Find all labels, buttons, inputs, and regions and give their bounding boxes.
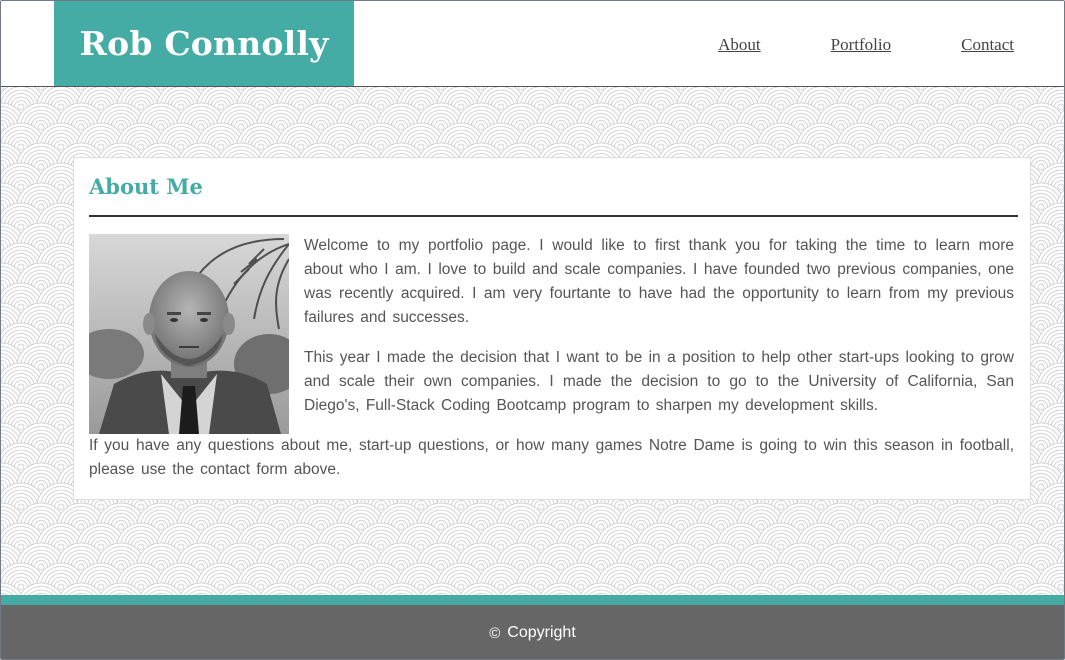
- footer-accent-bar: [1, 595, 1064, 605]
- copyright-text: Copyright: [507, 624, 576, 641]
- about-text: Welcome to my portfolio page. I would li…: [89, 234, 1014, 482]
- section-title: About Me: [89, 174, 203, 199]
- site-header: Rob Connolly About Portfolio Contact: [1, 1, 1064, 87]
- nav-link-about[interactable]: About: [718, 35, 761, 55]
- nav-link-portfolio[interactable]: Portfolio: [831, 35, 891, 55]
- site-footer: © Copyright: [1, 605, 1064, 659]
- browser-viewport: Rob Connolly About Portfolio Contact Abo…: [0, 0, 1065, 660]
- about-paragraph-3: If you have any questions about me, star…: [89, 437, 1014, 478]
- about-section: About Me Welcome to my portfolio page. I…: [73, 157, 1031, 500]
- patterned-background: About Me Welcome to my portfolio page. I…: [1, 87, 1064, 595]
- site-brand[interactable]: Rob Connolly: [54, 1, 354, 86]
- main-nav: About Portfolio Contact: [718, 35, 1014, 55]
- section-divider: [89, 215, 1018, 217]
- nav-link-contact[interactable]: Contact: [961, 35, 1014, 55]
- copyright-icon: ©: [489, 624, 501, 642]
